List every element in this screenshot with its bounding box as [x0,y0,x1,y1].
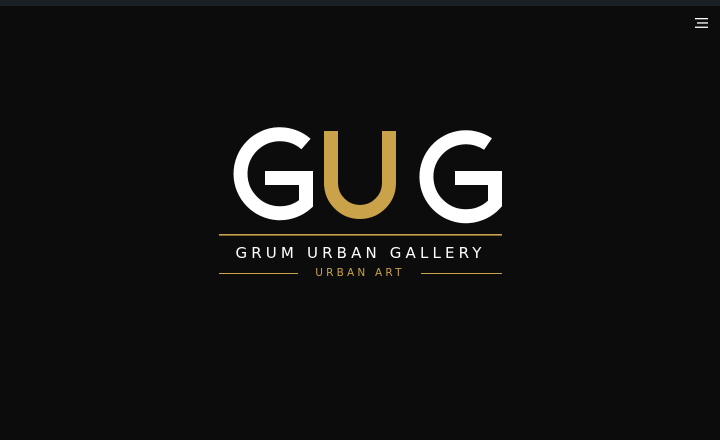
monogram-letter-g-right [419,130,502,224]
tagline-row: URBAN ART [219,266,502,280]
tagline-rule-left [219,273,298,274]
logo-divider [219,234,502,236]
monogram-letter-g-left [233,127,313,221]
logo-graphic [219,127,502,236]
tagline-rule-right [421,273,502,274]
monogram-letter-u [324,131,396,219]
page: GRUM URBAN GALLERY URBAN ART [0,0,720,440]
gallery-name: GRUM URBAN GALLERY [235,244,486,262]
gallery-logo: GRUM URBAN GALLERY URBAN ART [0,0,720,440]
tagline: URBAN ART [315,267,405,279]
